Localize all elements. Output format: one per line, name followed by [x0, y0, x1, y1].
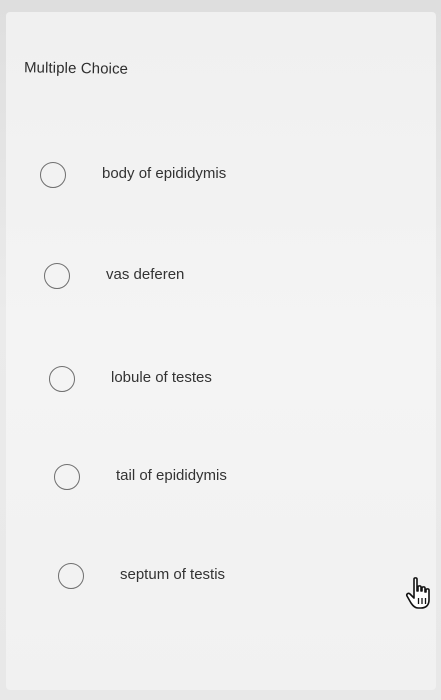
answer-option-label: vas deferen [106, 266, 185, 283]
radio-button[interactable] [49, 366, 75, 392]
screen: Multiple Choice body of epididymis vas d… [0, 0, 441, 700]
answer-option-3[interactable]: lobule of testes [49, 364, 349, 404]
answer-option-5[interactable]: septum of testis [58, 561, 358, 601]
answer-option-1[interactable]: body of epididymis [40, 160, 340, 200]
answer-option-2[interactable]: vas deferen [44, 261, 344, 301]
answer-option-label: septum of testis [120, 566, 226, 583]
radio-button[interactable] [44, 263, 70, 289]
answer-option-label: tail of epididymis [116, 467, 227, 484]
answer-option-label: body of epididymis [102, 165, 227, 182]
radio-button[interactable] [54, 464, 80, 490]
answer-options: body of epididymis vas deferen lobule of… [0, 0, 441, 700]
radio-button[interactable] [40, 162, 66, 188]
radio-button[interactable] [58, 563, 84, 589]
answer-option-4[interactable]: tail of epididymis [54, 462, 354, 502]
answer-option-label: lobule of testes [111, 369, 212, 386]
hand-pointer-icon [405, 576, 437, 612]
